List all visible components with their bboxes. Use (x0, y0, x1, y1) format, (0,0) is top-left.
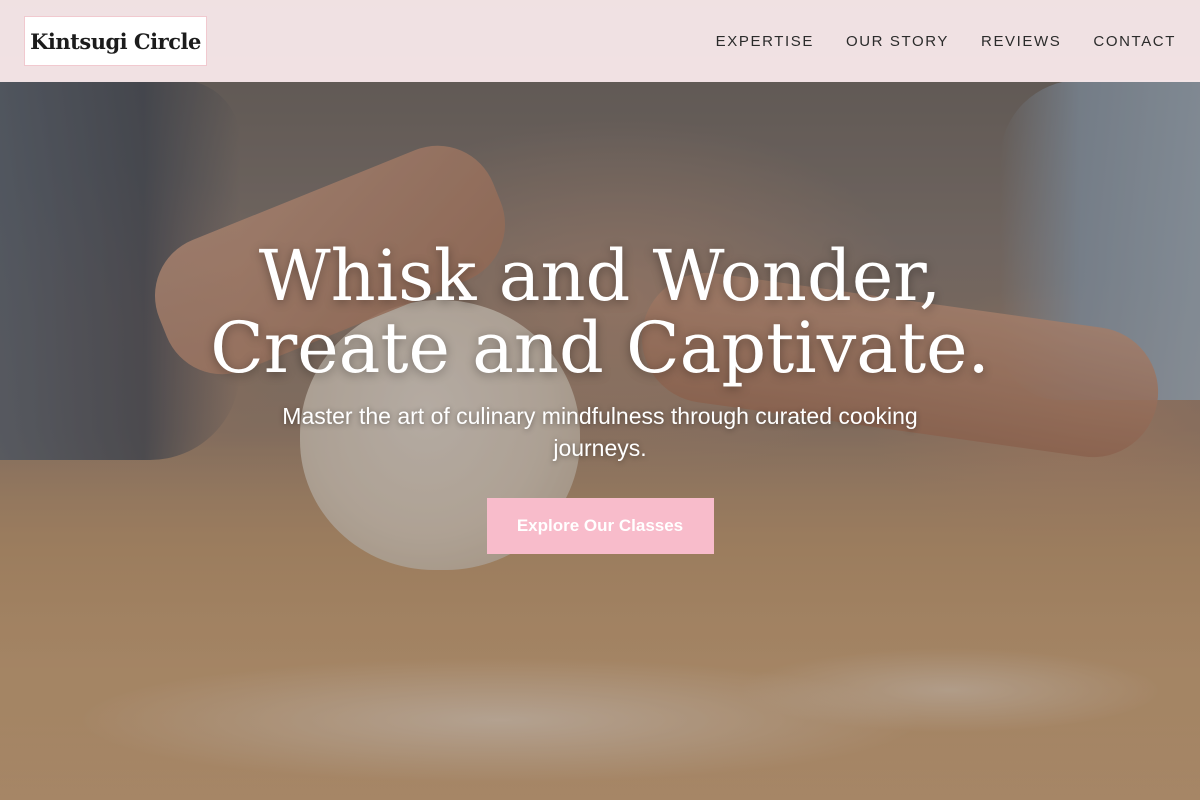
hero-title-line-1: Whisk and Wonder, (258, 235, 942, 317)
site-header: Kintsugi Circle EXPERTISE OUR STORY REVI… (0, 0, 1200, 82)
hero-title: Whisk and Wonder, Create and Captivate. (0, 240, 1200, 384)
logo[interactable]: Kintsugi Circle (24, 16, 207, 66)
nav-link-contact[interactable]: CONTACT (1093, 33, 1176, 50)
hero-title-line-2: Create and Captivate. (210, 307, 990, 389)
explore-classes-button[interactable]: Explore Our Classes (486, 498, 714, 554)
nav-link-expertise[interactable]: EXPERTISE (716, 33, 814, 50)
hero-section: Whisk and Wonder, Create and Captivate. … (0, 240, 1200, 554)
nav-link-reviews[interactable]: REVIEWS (981, 33, 1061, 50)
nav-link-our-story[interactable]: OUR STORY (846, 33, 949, 50)
main-nav: EXPERTISE OUR STORY REVIEWS CONTACT (716, 33, 1176, 50)
hero-subtitle: Master the art of culinary mindfulness t… (282, 403, 918, 461)
logo-text: Kintsugi Circle (30, 28, 201, 54)
